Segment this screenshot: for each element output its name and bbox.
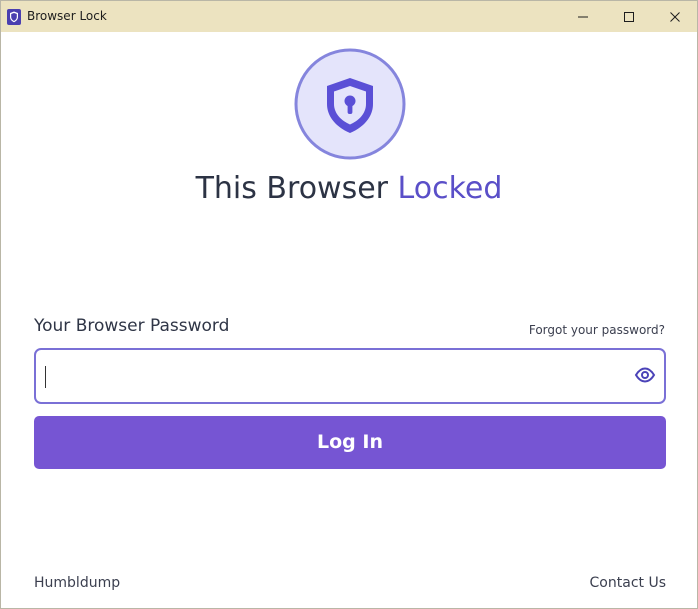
headline-accent: Locked — [397, 171, 503, 206]
title-bar[interactable]: Browser Lock — [1, 1, 697, 32]
text-caret — [45, 366, 46, 388]
close-icon — [670, 11, 680, 22]
show-password-button[interactable] — [634, 364, 656, 386]
eye-icon — [634, 367, 656, 383]
password-field[interactable] — [34, 348, 666, 404]
humbldump-link[interactable]: Humbldump — [34, 574, 120, 592]
app-shield-icon — [7, 9, 21, 25]
shield-keyhole-icon — [294, 48, 406, 160]
window-title: Browser Lock — [27, 9, 107, 23]
forgot-password-link[interactable]: Forgot your password? — [529, 322, 665, 338]
page-title: This Browser Locked — [1, 169, 697, 209]
login-button[interactable]: Log In — [34, 416, 666, 469]
close-button[interactable] — [652, 1, 697, 32]
password-label: Your Browser Password — [34, 316, 230, 336]
password-input[interactable] — [44, 358, 624, 394]
minimize-button[interactable] — [560, 1, 606, 32]
headline-main: This Browser — [195, 171, 398, 206]
contact-us-link[interactable]: Contact Us — [590, 574, 666, 592]
maximize-button[interactable] — [606, 1, 652, 32]
minimize-icon — [578, 16, 588, 17]
browser-lock-window: Browser Lock This Browser Locked Your Br… — [0, 0, 698, 609]
maximize-icon — [624, 11, 634, 22]
